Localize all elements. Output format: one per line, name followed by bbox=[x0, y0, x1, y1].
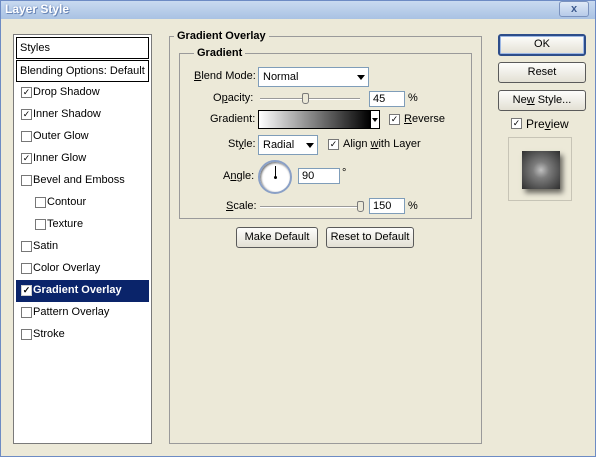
new-style-button[interactable]: New Style... bbox=[498, 90, 586, 111]
angle-input[interactable]: 90 bbox=[298, 168, 340, 184]
window-title: Layer Style bbox=[5, 2, 70, 16]
style-item-label: Satin bbox=[33, 240, 59, 252]
chevron-down-icon bbox=[372, 118, 378, 122]
checkbox[interactable] bbox=[21, 263, 32, 274]
style-item-label: Texture bbox=[47, 218, 84, 230]
blend-mode-select[interactable]: Normal bbox=[258, 67, 369, 87]
styles-header[interactable]: Styles bbox=[16, 37, 149, 59]
close-button[interactable]: x bbox=[559, 1, 589, 17]
gradient-swatch[interactable] bbox=[258, 110, 371, 129]
reset-button[interactable]: Reset bbox=[498, 62, 586, 83]
style-item-label: Color Overlay bbox=[33, 262, 101, 274]
style-item-color-overlay[interactable]: Color Overlay bbox=[16, 258, 149, 280]
style-item-gradient-overlay[interactable]: ✓ Gradient Overlay bbox=[16, 280, 149, 302]
opacity-label: Opacity: bbox=[213, 92, 254, 104]
checkbox[interactable]: ✓ bbox=[21, 153, 32, 164]
style-item-satin[interactable]: Satin bbox=[16, 236, 149, 258]
style-item-outer-glow[interactable]: Outer Glow bbox=[16, 126, 149, 148]
scale-label: Scale: bbox=[226, 200, 257, 212]
opacity-slider-track[interactable] bbox=[260, 98, 360, 100]
opacity-slider-thumb[interactable] bbox=[301, 93, 309, 104]
align-with-layer-label: Align with Layer bbox=[343, 138, 421, 150]
scale-slider-track[interactable] bbox=[260, 206, 360, 208]
style-item-label: Pattern Overlay bbox=[33, 306, 110, 318]
angle-unit: ° bbox=[342, 167, 347, 179]
style-item-label: Inner Glow bbox=[33, 152, 87, 164]
checkbox[interactable] bbox=[21, 175, 32, 186]
style-item-contour[interactable]: Contour bbox=[16, 192, 149, 214]
checkbox[interactable] bbox=[35, 197, 46, 208]
style-item-label: Outer Glow bbox=[33, 130, 89, 142]
scale-input[interactable]: 150 bbox=[369, 198, 405, 214]
scale-slider-thumb[interactable] bbox=[356, 201, 364, 212]
checkbox[interactable] bbox=[21, 307, 32, 318]
dialog-body: Styles Blending Options: Default ✓ Drop … bbox=[3, 21, 595, 455]
checkbox[interactable]: ✓ bbox=[21, 109, 32, 120]
checkbox[interactable]: ✓ bbox=[389, 114, 400, 125]
style-value: Radial bbox=[263, 139, 295, 151]
style-item-bevel-and-emboss[interactable]: Bevel and Emboss bbox=[16, 170, 149, 192]
gradient-label: Gradient: bbox=[210, 113, 256, 125]
style-item-drop-shadow[interactable]: ✓ Drop Shadow bbox=[16, 82, 149, 104]
style-item-label: Inner Shadow bbox=[33, 108, 101, 120]
ok-button[interactable]: OK bbox=[498, 34, 586, 56]
angle-label: Angle: bbox=[223, 170, 255, 182]
blending-options-item[interactable]: Blending Options: Default bbox=[16, 60, 149, 82]
style-item-inner-glow[interactable]: ✓ Inner Glow bbox=[16, 148, 149, 170]
style-item-label: Stroke bbox=[33, 328, 65, 340]
checkbox[interactable]: ✓ bbox=[328, 139, 339, 150]
style-label: Style: bbox=[228, 138, 256, 150]
title-bar[interactable]: Layer Style x bbox=[1, 1, 595, 19]
style-item-label: Drop Shadow bbox=[33, 86, 100, 98]
styles-list: Styles Blending Options: Default ✓ Drop … bbox=[13, 34, 152, 444]
gradient-overlay-title: Gradient Overlay bbox=[174, 30, 269, 42]
preview-swatch bbox=[522, 151, 560, 189]
checkbox[interactable] bbox=[21, 131, 32, 142]
checkbox[interactable]: ✓ bbox=[21, 87, 32, 98]
gradient-picker-button[interactable] bbox=[370, 110, 380, 129]
preview-thumbnail bbox=[508, 137, 572, 201]
angle-center-dot bbox=[274, 176, 277, 179]
blend-mode-label: Blend Mode: bbox=[194, 70, 256, 82]
style-select[interactable]: Radial bbox=[258, 135, 318, 155]
reset-to-default-button[interactable]: Reset to Default bbox=[326, 227, 414, 248]
layer-style-dialog: Layer Style x Styles Blending Options: D… bbox=[0, 0, 596, 457]
style-item-inner-shadow[interactable]: ✓ Inner Shadow bbox=[16, 104, 149, 126]
style-item-texture[interactable]: Texture bbox=[16, 214, 149, 236]
checkbox[interactable]: ✓ bbox=[21, 285, 32, 296]
checkbox[interactable] bbox=[35, 219, 46, 230]
style-item-label: Contour bbox=[47, 196, 87, 208]
make-default-button[interactable]: Make Default bbox=[236, 227, 318, 248]
reverse-label: Reverse bbox=[404, 113, 445, 125]
preview-label: Preview bbox=[526, 117, 569, 131]
style-item-stroke[interactable]: Stroke bbox=[16, 324, 149, 346]
angle-dial[interactable] bbox=[258, 160, 292, 194]
scale-unit: % bbox=[408, 200, 418, 212]
opacity-input[interactable]: 45 bbox=[369, 91, 405, 107]
style-item-pattern-overlay[interactable]: Pattern Overlay bbox=[16, 302, 149, 324]
checkbox[interactable] bbox=[21, 241, 32, 252]
blend-mode-value: Normal bbox=[263, 71, 299, 83]
opacity-unit: % bbox=[408, 92, 418, 104]
checkbox[interactable] bbox=[21, 329, 32, 340]
chevron-down-icon bbox=[306, 143, 314, 148]
checkbox[interactable]: ✓ bbox=[511, 118, 522, 129]
chevron-down-icon bbox=[357, 75, 365, 80]
gradient-subgroup-title: Gradient bbox=[194, 47, 246, 59]
style-item-label: Bevel and Emboss bbox=[33, 174, 125, 186]
style-item-label: Gradient Overlay bbox=[33, 284, 122, 296]
